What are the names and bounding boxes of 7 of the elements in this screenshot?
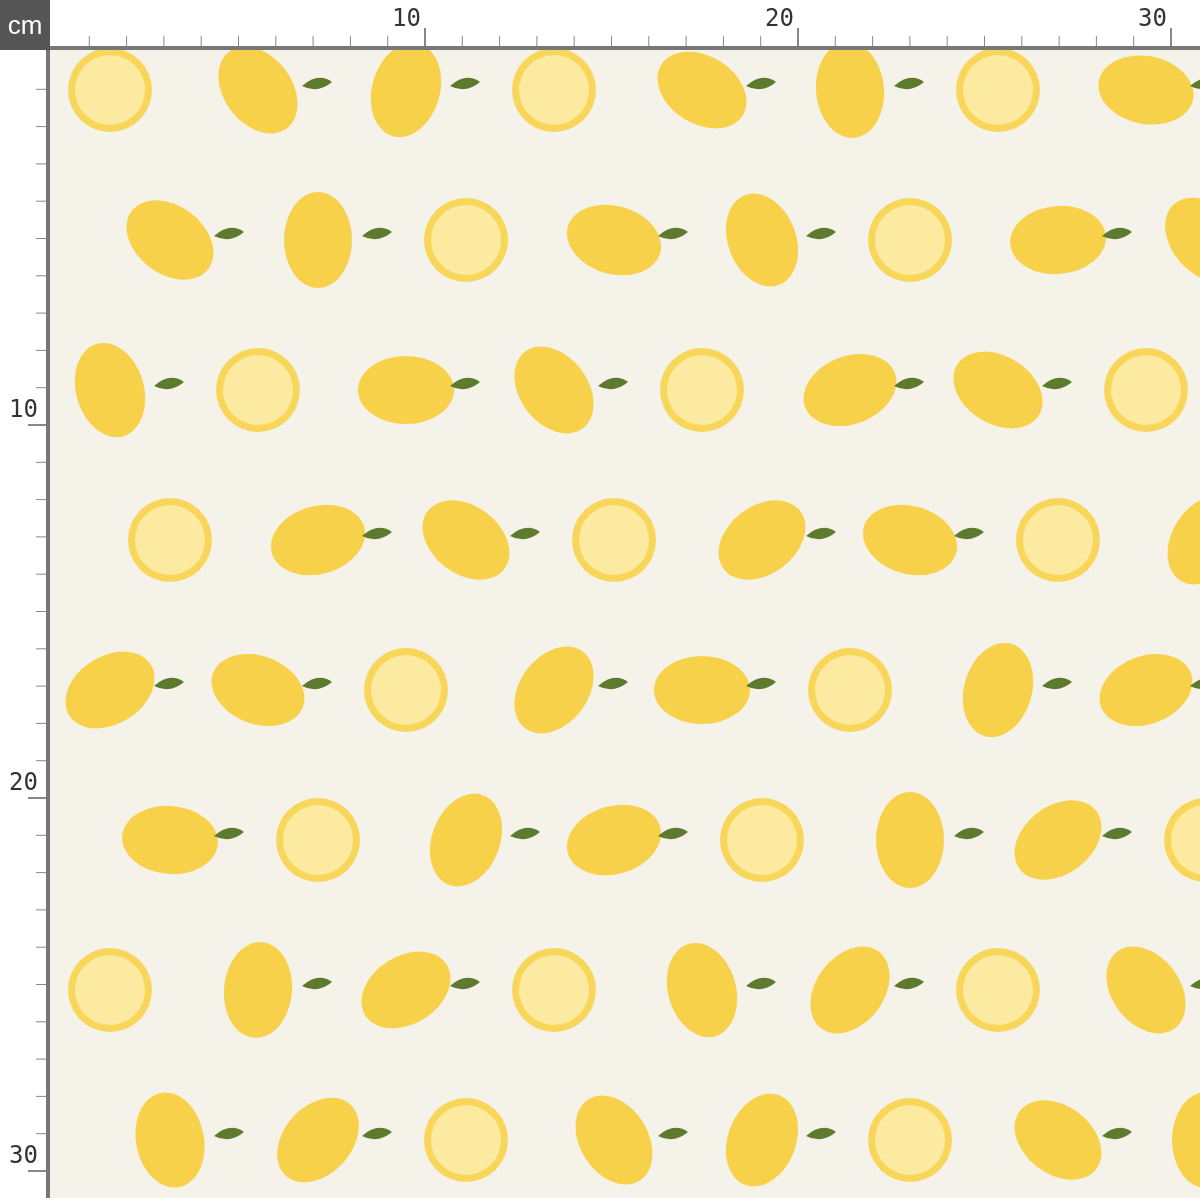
ruler-label: 30	[9, 1143, 38, 1167]
ruler-label: 30	[1138, 6, 1167, 30]
unit-label: cm	[0, 0, 50, 50]
ruler-label: 10	[9, 397, 38, 421]
ruler-label: 20	[9, 770, 38, 794]
ruler-label: 20	[765, 6, 794, 30]
ruler-label: 10	[392, 6, 421, 30]
